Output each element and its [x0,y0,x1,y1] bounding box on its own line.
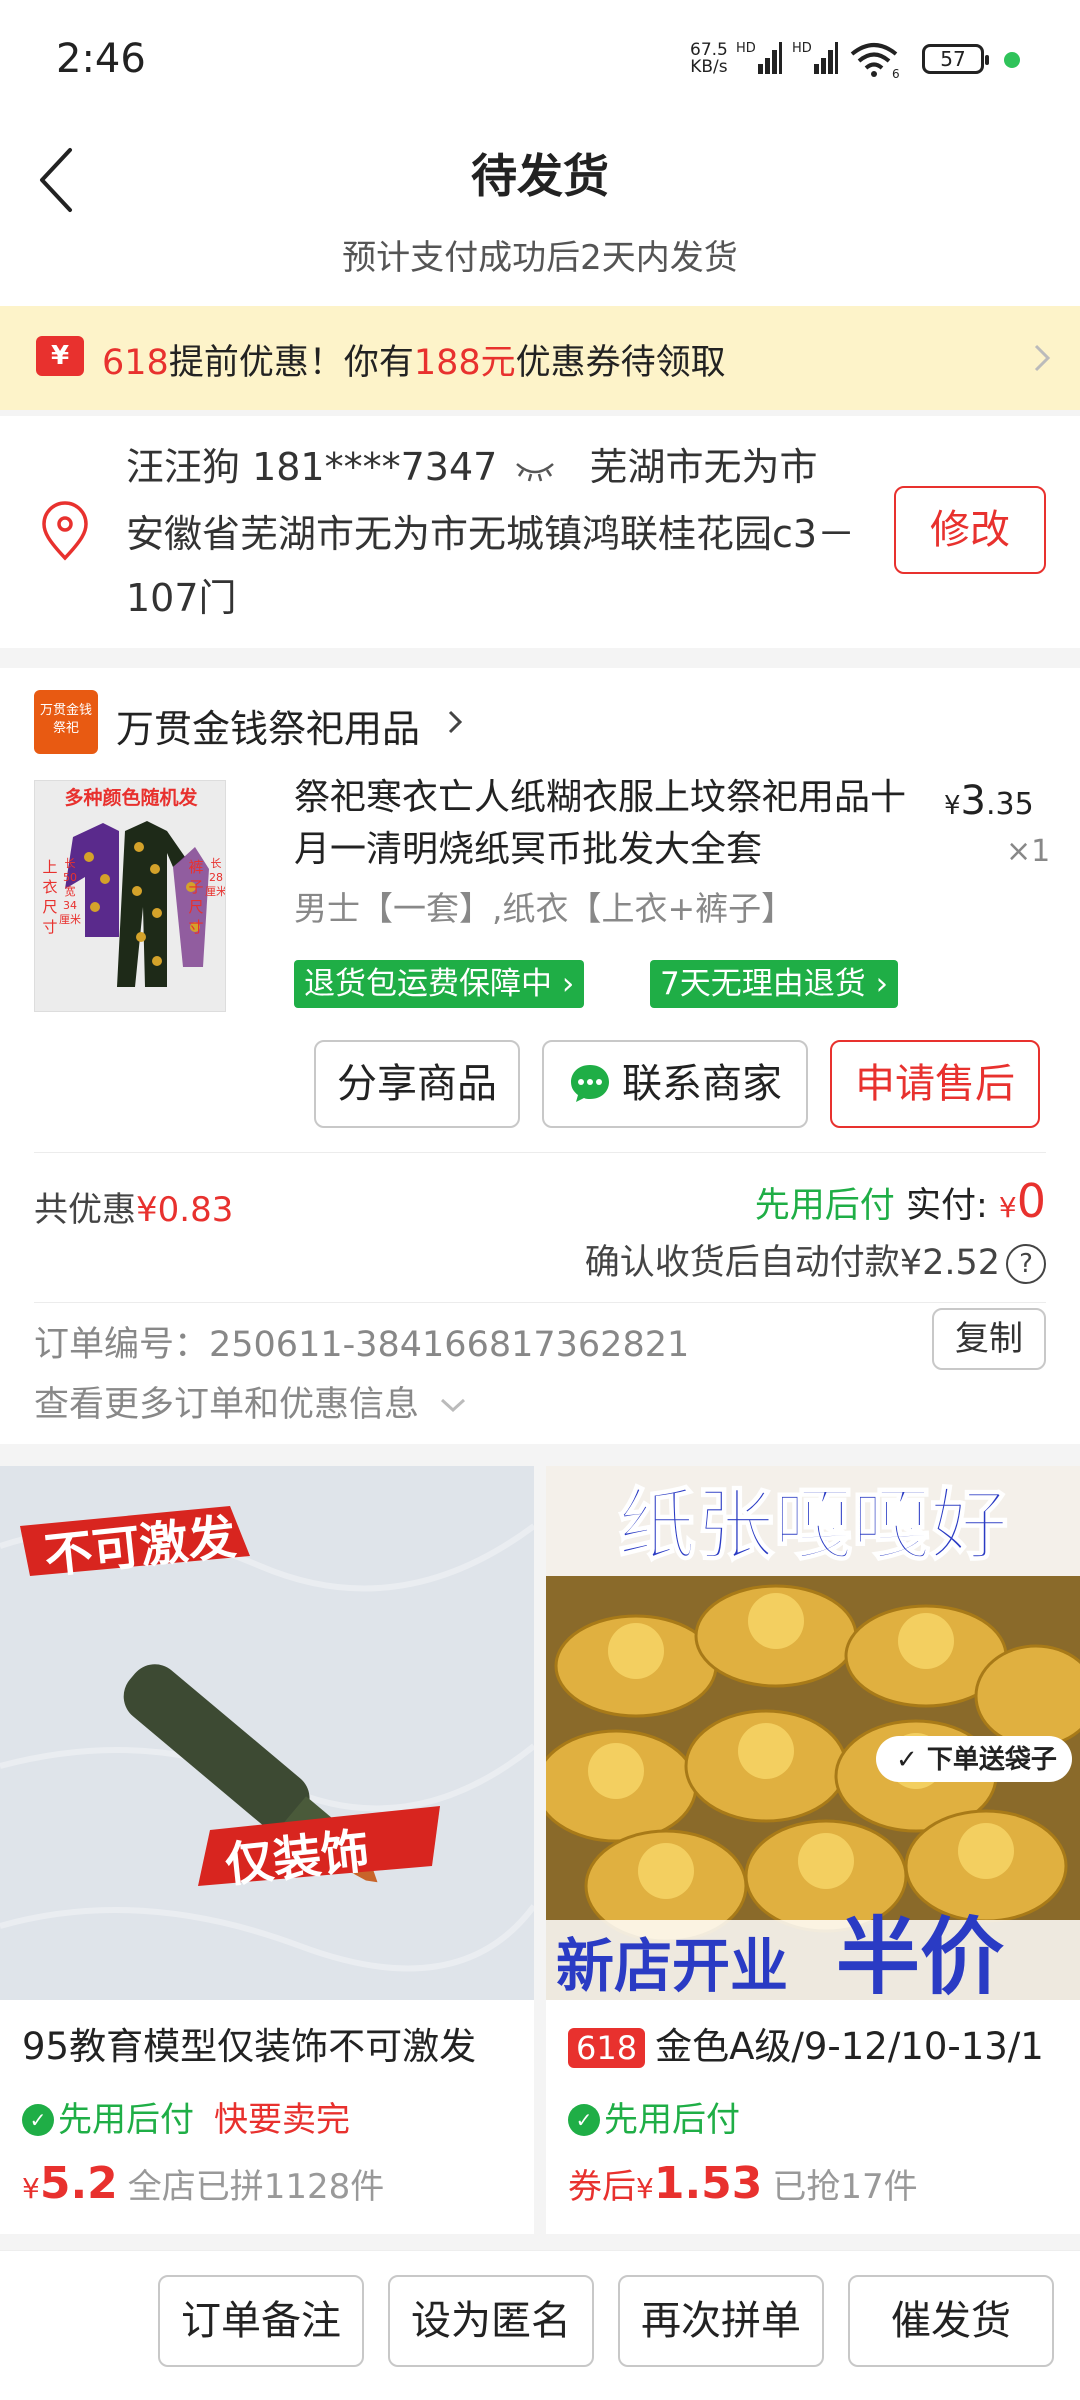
svg-text:纸张嘎嘎好: 纸张嘎嘎好 [618,1481,1008,1571]
status-bar: 2:46 67.5 KB/s HD HD 6 57 [0,0,1080,120]
auto-pay-note: 确认收货后自动付款¥2.52? [585,1234,1046,1285]
order-note-button[interactable]: 订单备注 [158,2275,364,2367]
bottom-action-bar: 订单备注 设为匿名 再次拼单 催发货 [0,2250,1080,2400]
order-card: 万贯金钱祭祀 万贯金钱祭祀用品 多种颜色随机发 上衣尺寸 长50宽34厘米 裤子… [0,668,1080,1444]
chevron-right-icon [1034,344,1051,372]
shop-logo: 万贯金钱祭祀 [34,690,98,754]
product-name: 95教育模型仅装饰不可激发 [22,2025,477,2068]
product-thumbnail[interactable]: 多种颜色随机发 上衣尺寸 长50宽34厘米 裤子尺寸 长28厘米 [34,780,226,1012]
product-badges: ✓ 先用后付 [568,2092,740,2141]
order-number: 订单编号：250611-384166817362821 [34,1325,690,1365]
signal-icon: HD [736,41,782,74]
recipient-line: 汪汪狗 181****7347 芜湖市无为市 [126,436,818,491]
product-badges: ✓ 先用后付 快要卖完 [22,2092,350,2141]
product-price: ¥3.35 [944,778,1034,824]
svg-text:HD: HD [792,41,812,56]
address-detail: 安徽省芜湖市无为市无城镇鸿联桂花园c3－107门 [126,512,856,620]
battery-icon: 57 [922,44,989,74]
618-badge: 618 [568,2028,646,2068]
network-speed: 67.5 KB/s [690,40,728,77]
edit-address-button[interactable]: 修改 [894,486,1046,574]
copy-order-number-button[interactable]: 复制 [932,1308,1046,1370]
actual-payment: 先用后付 实付: ¥0 [754,1174,1046,1228]
page-header: 待发货 预计支付成功后2天内发货 [0,120,1080,306]
product-image: 不可激发 仅装饰 [0,1466,534,2000]
product-price-line: 券后¥1.53 已抢17件 [568,2158,918,2209]
product-price-line: ¥5.2 全店已拼1128件 [22,2158,385,2209]
discount-summary: 共优惠¥0.83 [34,1190,234,1230]
return-shipping-tag[interactable]: 退货包运费保障中 › [294,960,585,1008]
pay-later-icon: ✓ [568,2103,600,2136]
set-anonymous-button[interactable]: 设为匿名 [388,2275,594,2367]
product-spec: 男士【一套】,纸衣【上衣+裤子】 [294,889,795,928]
product-name: 618 金色A级/9-12/10-13/1 [568,2016,1080,2070]
svg-text:HD: HD [736,41,756,56]
coupon-icon: ¥ [36,336,84,376]
recipient-city: 芜湖市无为市 [589,445,818,489]
after-sale-button[interactable]: 申请售后 [830,1040,1040,1128]
page-title: 待发货 [471,149,609,203]
coupon-banner[interactable]: ¥ 618提前优惠！你有188元优惠券待领取 [0,306,1080,410]
chevron-down-icon [441,1398,466,1413]
chat-bubble-icon [571,1065,609,1102]
recommended-product-card[interactable]: 纸张嘎嘎好 ✓ 下单送袋子 新店开业 半价 618 金色A级/9-12/10-13… [546,1466,1080,2234]
product-title[interactable]: 祭祀寒衣亡人纸糊衣服上坟祭祀用品十月一清明烧纸冥币批发大全套 [294,772,934,876]
urge-shipping-button[interactable]: 催发货 [848,2275,1054,2367]
svg-text:半价: 半价 [836,1908,1004,2000]
chevron-right-icon [448,710,463,734]
more-order-info-link[interactable]: 查看更多订单和优惠信息 [34,1376,470,1427]
divider [34,1302,1046,1303]
status-dot [1004,52,1020,68]
clock: 2:46 [56,36,146,82]
svg-text:新店开业: 新店开业 [556,1932,788,2000]
wifi-icon: 6 [850,43,900,80]
signal-icon-2: HD [792,41,838,74]
help-icon[interactable]: ? [1006,1244,1046,1284]
reorder-button[interactable]: 再次拼单 [618,2275,824,2367]
svg-text:✓ 下单送袋子: ✓ 下单送袋子 [896,1745,1057,1775]
svg-text:6: 6 [892,67,900,80]
location-pin-icon [42,501,88,561]
shipping-address: 汪汪狗 181****7347 芜湖市无为市 安徽省芜湖市无为市无城镇鸿联桂花园… [0,416,1080,648]
recommended-product-card[interactable]: 不可激发 仅装饰 95教育模型仅装饰不可激发 ✓ 先用后付 快要卖完 ¥5.2 全店已… [0,1466,534,2234]
product-image: 纸张嘎嘎好 ✓ 下单送袋子 新店开业 半价 [546,1466,1080,2000]
product-quantity: ×1 [1006,834,1051,869]
share-product-button[interactable]: 分享商品 [314,1040,520,1128]
pay-later-icon: ✓ [22,2103,54,2136]
eye-closed-icon[interactable] [513,456,557,484]
contact-merchant-button[interactable]: 联系商家 [542,1040,808,1128]
ship-estimate: 预计支付成功后2天内发货 [342,238,738,278]
seven-day-return-tag[interactable]: 7天无理由退货 › [650,960,898,1008]
divider [34,1152,1046,1153]
coupon-text: 618提前优惠！你有188元优惠券待领取 [102,343,726,383]
shop-name: 万贯金钱祭祀用品 [116,707,421,751]
recipient-name-phone: 汪汪狗 181****7347 [126,445,498,489]
